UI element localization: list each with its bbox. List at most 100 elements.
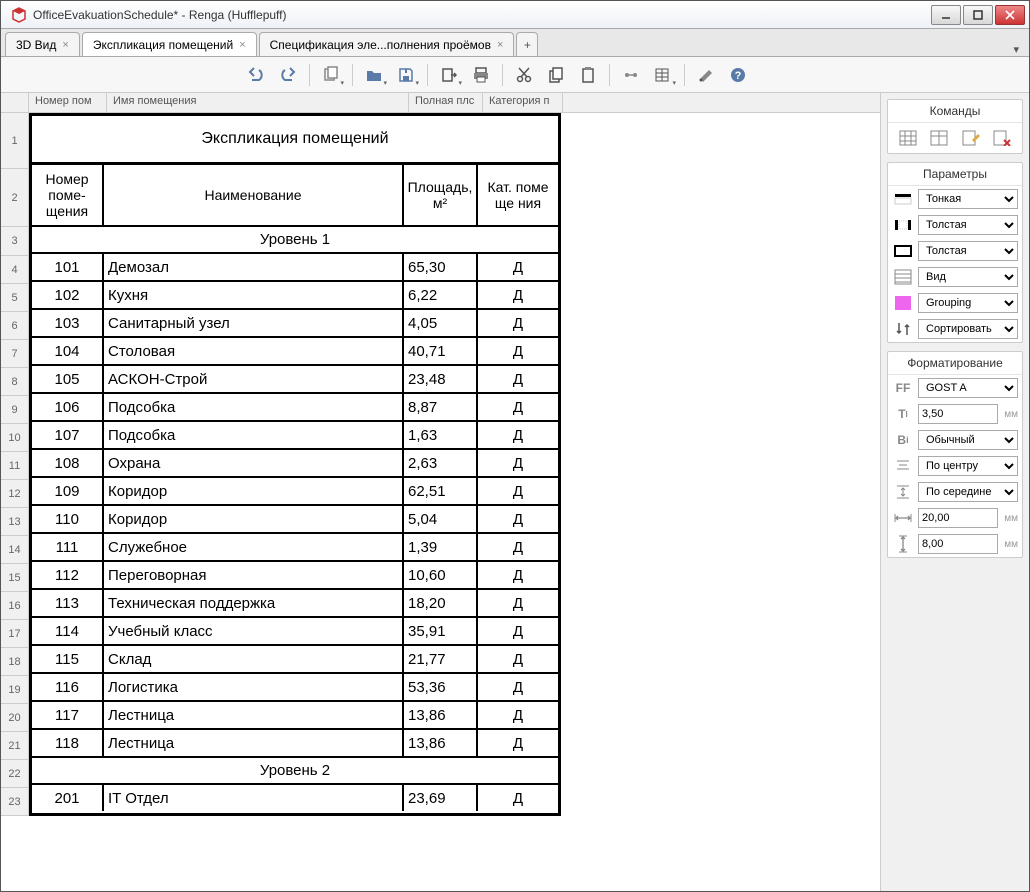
tab-explication[interactable]: Экспликация помещений× xyxy=(82,32,257,56)
cell[interactable]: Техническая поддержка xyxy=(104,590,404,616)
save-button[interactable]: ▾ xyxy=(391,61,421,89)
cell[interactable]: 10,60 xyxy=(404,562,478,588)
table-row[interactable]: 103Санитарный узел4,05Д xyxy=(32,308,558,336)
cell[interactable]: Д xyxy=(478,730,558,756)
cell[interactable]: Д xyxy=(478,534,558,560)
cell[interactable]: Д xyxy=(478,366,558,392)
table-row[interactable]: 108Охрана2,63Д xyxy=(32,448,558,476)
cell[interactable]: Д xyxy=(478,674,558,700)
tab-menu[interactable]: ▾ xyxy=(1007,43,1025,56)
cell[interactable]: 107 xyxy=(32,422,104,448)
cell[interactable]: 40,71 xyxy=(404,338,478,364)
cell[interactable]: Д xyxy=(478,506,558,532)
cut-button[interactable] xyxy=(509,61,539,89)
table-row[interactable]: 109Коридор62,51Д xyxy=(32,476,558,504)
cell[interactable]: Д xyxy=(478,310,558,336)
cell[interactable]: 115 xyxy=(32,646,104,672)
cell[interactable]: 118 xyxy=(32,730,104,756)
cell[interactable]: Д xyxy=(478,422,558,448)
cell[interactable]: 23,48 xyxy=(404,366,478,392)
cell[interactable]: Столовая xyxy=(104,338,404,364)
cell[interactable]: 35,91 xyxy=(404,618,478,644)
cell[interactable]: 8,87 xyxy=(404,394,478,420)
help-button[interactable]: ? xyxy=(723,61,753,89)
cell[interactable]: 111 xyxy=(32,534,104,560)
cell[interactable]: 104 xyxy=(32,338,104,364)
cell[interactable]: 1,63 xyxy=(404,422,478,448)
table-row[interactable]: 114Учебный класс35,91Д xyxy=(32,616,558,644)
cell[interactable]: Лестница xyxy=(104,730,404,756)
cell[interactable]: Коридор xyxy=(104,478,404,504)
maximize-button[interactable] xyxy=(963,5,993,25)
cell[interactable]: Служебное xyxy=(104,534,404,560)
cell[interactable]: Демозал xyxy=(104,254,404,280)
link-button[interactable] xyxy=(616,61,646,89)
table-row[interactable]: 115Склад21,77Д xyxy=(32,644,558,672)
cell[interactable]: Д xyxy=(478,478,558,504)
table-row[interactable]: 107Подсобка1,63Д xyxy=(32,420,558,448)
close-button[interactable] xyxy=(995,5,1025,25)
table-row[interactable]: 118Лестница13,86Д xyxy=(32,728,558,756)
undo-button[interactable] xyxy=(241,61,271,89)
cell[interactable]: 110 xyxy=(32,506,104,532)
tab-close-icon[interactable]: × xyxy=(239,39,245,51)
cell[interactable]: Охрана xyxy=(104,450,404,476)
open-button[interactable]: ▾ xyxy=(359,61,389,89)
cell[interactable]: 117 xyxy=(32,702,104,728)
cell[interactable]: АСКОН-Строй xyxy=(104,366,404,392)
cell[interactable]: 13,86 xyxy=(404,730,478,756)
cell[interactable]: 112 xyxy=(32,562,104,588)
cell[interactable]: Д xyxy=(478,338,558,364)
cell[interactable]: 1,39 xyxy=(404,534,478,560)
cell[interactable]: 114 xyxy=(32,618,104,644)
view-select[interactable]: Вид xyxy=(918,267,1018,287)
table-row[interactable]: 105АСКОН-Строй23,48Д xyxy=(32,364,558,392)
cell[interactable]: Д xyxy=(478,450,558,476)
export-button[interactable]: ▾ xyxy=(434,61,464,89)
cell[interactable]: Переговорная xyxy=(104,562,404,588)
table-row[interactable]: 101Демозал65,30Д xyxy=(32,252,558,280)
cell[interactable]: 201 xyxy=(32,785,104,811)
cell[interactable]: 4,05 xyxy=(404,310,478,336)
cell[interactable]: 6,22 xyxy=(404,282,478,308)
table-row[interactable]: 102Кухня6,22Д xyxy=(32,280,558,308)
cmd-edit-icon[interactable] xyxy=(959,127,983,149)
valign-select[interactable]: По середине xyxy=(918,482,1018,502)
spreadsheet-area[interactable]: Номер пом Имя помещения Полная плс Катег… xyxy=(1,93,881,891)
cmd-table-icon[interactable] xyxy=(896,127,920,149)
sort-select[interactable]: Сортировать xyxy=(918,319,1018,339)
halign-select[interactable]: По центру xyxy=(918,456,1018,476)
grouping-select[interactable]: Grouping xyxy=(918,293,1018,313)
col-header[interactable]: Полная плс xyxy=(409,93,483,112)
cell[interactable]: Учебный класс xyxy=(104,618,404,644)
table-row[interactable]: 113Техническая поддержка18,20Д xyxy=(32,588,558,616)
cell[interactable]: Подсобка xyxy=(104,394,404,420)
cell[interactable]: Коридор xyxy=(104,506,404,532)
cell[interactable]: Д xyxy=(478,282,558,308)
redo-button[interactable] xyxy=(273,61,303,89)
cell[interactable]: 5,04 xyxy=(404,506,478,532)
width-input[interactable] xyxy=(918,508,998,528)
cell[interactable]: 116 xyxy=(32,674,104,700)
cell[interactable]: 62,51 xyxy=(404,478,478,504)
tab-close-icon[interactable]: × xyxy=(62,39,68,51)
fontsize-input[interactable] xyxy=(918,404,998,424)
cell[interactable]: Санитарный узел xyxy=(104,310,404,336)
cell[interactable]: 53,36 xyxy=(404,674,478,700)
table-row[interactable]: 111Служебное1,39Д xyxy=(32,532,558,560)
tab-3dview[interactable]: 3D Вид× xyxy=(5,32,80,56)
table-row[interactable]: 117Лестница13,86Д xyxy=(32,700,558,728)
cell[interactable]: 13,86 xyxy=(404,702,478,728)
table-edit-button[interactable]: ▾ xyxy=(648,61,678,89)
cell[interactable]: 102 xyxy=(32,282,104,308)
cell[interactable]: 105 xyxy=(32,366,104,392)
cell[interactable]: Лестница xyxy=(104,702,404,728)
cell[interactable]: 109 xyxy=(32,478,104,504)
cell[interactable]: Д xyxy=(478,785,558,811)
cell[interactable]: Д xyxy=(478,394,558,420)
cell[interactable]: 65,30 xyxy=(404,254,478,280)
col-header[interactable]: Имя помещения xyxy=(107,93,409,112)
table-row[interactable]: 110Коридор5,04Д xyxy=(32,504,558,532)
cell[interactable]: IT Отдел xyxy=(104,785,404,811)
cell[interactable]: Логистика xyxy=(104,674,404,700)
